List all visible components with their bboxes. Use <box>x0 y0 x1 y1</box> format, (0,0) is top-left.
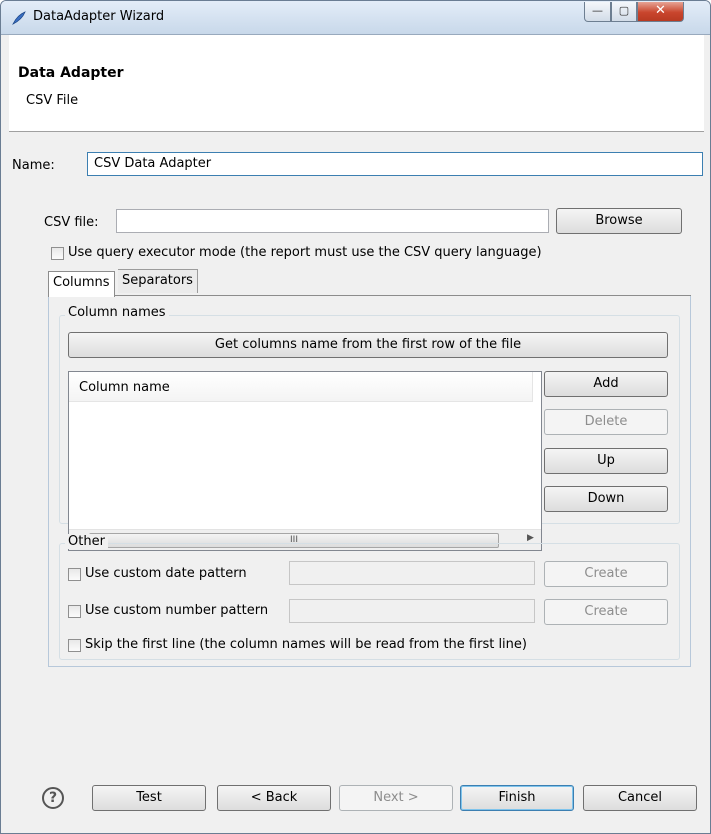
browse-button[interactable]: Browse <box>556 208 682 234</box>
number-pattern-input[interactable] <box>289 599 535 623</box>
cancel-button[interactable]: Cancel <box>583 785 697 811</box>
up-button[interactable]: Up <box>544 448 668 474</box>
delete-button[interactable]: Delete <box>544 409 668 435</box>
query-mode-checkbox[interactable] <box>51 247 64 260</box>
tab-separators[interactable]: Separators <box>118 269 198 293</box>
test-button[interactable]: Test <box>92 785 206 811</box>
tab-columns[interactable]: Columns <box>48 271 115 297</box>
title-bar[interactable]: DataAdapter Wizard — ▢ ✕ <box>1 1 710 35</box>
finish-button[interactable]: Finish <box>460 785 574 811</box>
close-button[interactable]: ✕ <box>637 2 684 22</box>
date-pattern-label: Use custom date pattern <box>85 566 247 581</box>
header-banner: Data Adapter CSV File <box>9 35 704 132</box>
date-pattern-checkbox[interactable] <box>68 568 81 581</box>
tab-strip-border <box>48 295 691 296</box>
csv-file-input[interactable] <box>116 209 549 233</box>
query-mode-label: Use query executor mode (the report must… <box>68 245 542 260</box>
skip-first-line-checkbox[interactable] <box>68 639 81 652</box>
maximize-button[interactable]: ▢ <box>611 2 637 22</box>
skip-first-line-label: Skip the first line (the column names wi… <box>85 637 527 652</box>
other-legend: Other <box>65 534 108 549</box>
name-input[interactable]: CSV Data Adapter <box>87 152 703 176</box>
next-button[interactable]: Next > <box>339 785 453 811</box>
banner-subtitle: CSV File <box>26 93 79 108</box>
number-pattern-checkbox[interactable] <box>68 605 81 618</box>
column-names-table[interactable]: Column name ◀ III ▶ <box>68 371 542 551</box>
name-label: Name: <box>12 158 55 173</box>
banner-title: Data Adapter <box>18 65 124 81</box>
dataadapter-wizard-window: DataAdapter Wizard — ▢ ✕ Data Adapter CS… <box>0 0 711 834</box>
number-pattern-label: Use custom number pattern <box>85 603 269 618</box>
column-name-header[interactable]: Column name <box>69 372 533 402</box>
csv-file-label: CSV file: <box>44 215 99 230</box>
number-pattern-create-button[interactable]: Create <box>544 599 668 625</box>
get-columns-button[interactable]: Get columns name from the first row of t… <box>68 332 668 358</box>
minimize-button[interactable]: — <box>584 2 611 22</box>
date-pattern-create-button[interactable]: Create <box>544 561 668 587</box>
add-button[interactable]: Add <box>544 371 668 397</box>
dialog-client-area: Data Adapter CSV File Name: CSV Data Ada… <box>9 35 704 827</box>
scroll-right-icon[interactable]: ▶ <box>527 533 534 543</box>
column-names-legend: Column names <box>65 305 169 320</box>
help-icon[interactable]: ? <box>42 787 64 809</box>
down-button[interactable]: Down <box>544 486 668 512</box>
date-pattern-input[interactable] <box>289 561 535 585</box>
app-icon <box>11 10 27 30</box>
window-title: DataAdapter Wizard <box>33 9 165 24</box>
back-button[interactable]: < Back <box>217 785 331 811</box>
